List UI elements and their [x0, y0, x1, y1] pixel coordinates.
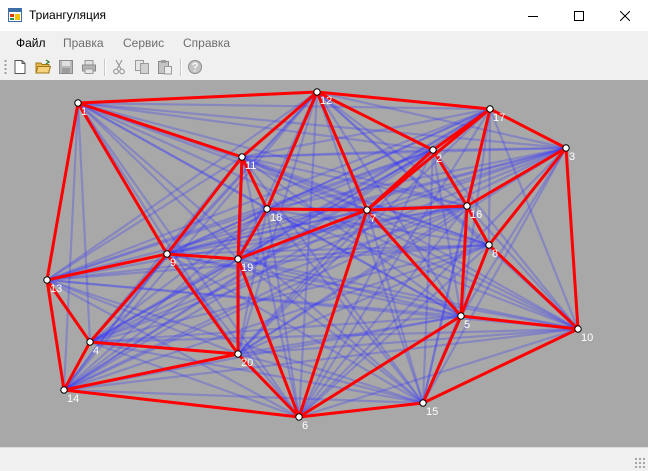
window-title: Триангуляция: [29, 8, 107, 22]
save-button[interactable]: [56, 57, 76, 77]
toolbar: [0, 55, 648, 80]
toolbar-grip[interactable]: [4, 59, 7, 76]
point-label: 3: [569, 151, 575, 163]
triangulation-graph[interactable]: 12 34567891011121314151617181920: [0, 80, 648, 447]
point-label: 17: [493, 112, 505, 124]
open-button[interactable]: [33, 57, 53, 77]
triangulation-edge: [421, 327, 580, 405]
menu-help[interactable]: Справка: [183, 36, 230, 50]
triangulation-edge: [76, 90, 319, 105]
candidate-edge: [297, 327, 580, 419]
point-label: 16: [470, 209, 482, 221]
app-icon: [8, 8, 22, 22]
point-label: 15: [426, 406, 438, 418]
point-label: 11: [245, 160, 256, 172]
point-label: 14: [67, 393, 79, 405]
paste-icon: [158, 60, 172, 75]
menu-service[interactable]: Сервис: [123, 36, 164, 50]
point-label: 19: [241, 262, 253, 274]
cut-icon: [113, 59, 125, 75]
copy-button[interactable]: [132, 57, 152, 77]
resize-grip[interactable]: [634, 457, 646, 469]
toolbar-separator: [104, 59, 106, 76]
triangulation-edge: [265, 207, 369, 212]
status-bar: [0, 447, 648, 471]
maximize-button[interactable]: [556, 0, 602, 31]
print-icon: [82, 60, 96, 74]
copy-icon: [135, 60, 149, 74]
new-button[interactable]: [10, 57, 30, 77]
help-button[interactable]: [185, 57, 205, 77]
app-window: Триангуляция Файл Правка Сервис Справка: [0, 0, 648, 471]
menu-bar: Файл Правка Сервис Справка: [0, 31, 648, 55]
title-bar[interactable]: Триангуляция: [0, 0, 648, 31]
close-button[interactable]: [602, 0, 648, 31]
menu-file[interactable]: Файл: [16, 36, 46, 50]
point-label: 8: [492, 248, 498, 260]
new-file-icon: [14, 60, 26, 74]
close-icon: [620, 10, 630, 21]
point-label: 1: [81, 106, 87, 118]
candidate-edge: [76, 101, 92, 344]
cut-button[interactable]: [109, 57, 129, 77]
point-label: 4: [93, 345, 99, 357]
print-button[interactable]: [79, 57, 99, 77]
point-label: 6: [302, 420, 308, 432]
menu-edit[interactable]: Правка: [63, 36, 104, 50]
point-label: 18: [270, 212, 282, 224]
minimize-icon: [528, 15, 538, 17]
toolbar-separator: [180, 59, 182, 76]
triangulation-canvas[interactable]: 1 2 3 4 5 6 7 8 9 10 11 12 13 14 15 16 17 18 19 20: [0, 80, 648, 447]
point-label: 13: [50, 283, 62, 295]
maximize-icon: [574, 10, 584, 21]
point-label: 7: [370, 213, 376, 225]
point-label: 5: [464, 319, 470, 331]
candidate-edge: [487, 107, 492, 247]
point-label: 2: [436, 153, 442, 165]
open-folder-icon: [35, 59, 51, 74]
save-icon: [59, 60, 73, 74]
point-label: 9: [170, 257, 176, 269]
help-icon: [188, 60, 202, 74]
point-label: 10: [581, 332, 593, 344]
paste-button[interactable]: [155, 57, 175, 77]
point-label: 20: [241, 357, 253, 369]
point-label: 12: [320, 95, 332, 107]
triangulation-edge: [45, 278, 66, 392]
minimize-button[interactable]: [510, 0, 556, 31]
